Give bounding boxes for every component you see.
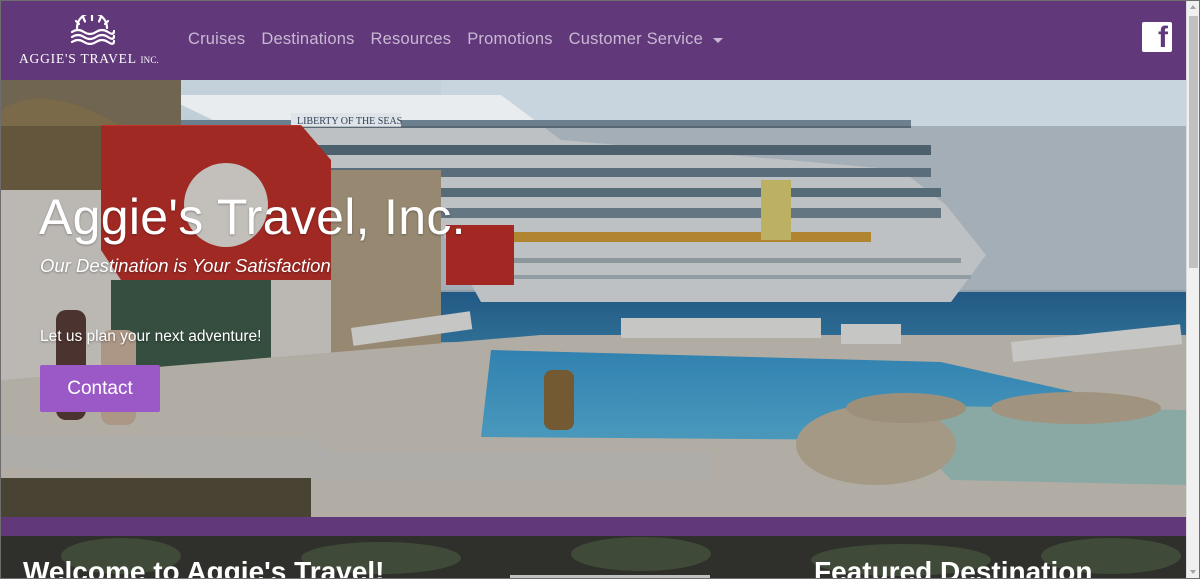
top-navbar: AGGIE'S TRAVEL INC. Cruises Destinations… <box>1 1 1186 80</box>
hero-tagline: Our Destination is Your Satisfaction <box>40 255 331 276</box>
section-divider <box>1 517 1186 536</box>
scrollbar-thumb[interactable] <box>1189 16 1198 268</box>
nav-item-promotions[interactable]: Promotions <box>467 30 552 49</box>
caret-down-icon <box>713 38 723 43</box>
nav-item-resources[interactable]: Resources <box>371 30 452 49</box>
featured-destination-heading: Featured Destination <box>814 556 1093 579</box>
nav-item-customer-service[interactable]: Customer Service <box>569 30 723 49</box>
hero-banner: LIBERTY OF THE SEAS Aggie's Travel, Inc.… <box>1 80 1186 517</box>
hero-overlay <box>1 126 1186 517</box>
sun-waves-icon <box>70 15 115 45</box>
scroll-down-arrow-icon[interactable] <box>1190 570 1196 574</box>
nav-item-cruises[interactable]: Cruises <box>188 30 245 49</box>
content-section: Welcome to Aggie's Travel! Featured Dest… <box>1 536 1186 579</box>
hero-title: Aggie's Travel, Inc. <box>39 189 466 245</box>
vertical-scrollbar[interactable] <box>1186 1 1199 578</box>
contact-button[interactable]: Contact <box>40 365 160 412</box>
facebook-icon[interactable]: f <box>1142 21 1172 54</box>
scroll-up-arrow-icon[interactable] <box>1190 5 1196 9</box>
hero-cta-text: Let us plan your next adventure! <box>40 328 262 345</box>
nav-item-customer-service-label: Customer Service <box>568 30 703 48</box>
nav-item-destinations[interactable]: Destinations <box>261 30 354 49</box>
welcome-heading: Welcome to Aggie's Travel! <box>23 556 385 579</box>
brand-name: AGGIE'S TRAVEL INC. <box>19 51 160 66</box>
main-nav: Cruises Destinations Resources Promotion… <box>188 30 723 49</box>
brand-logo[interactable]: AGGIE'S TRAVEL INC. <box>19 15 164 69</box>
horizontal-scrollbar-thumb[interactable] <box>510 575 710 578</box>
